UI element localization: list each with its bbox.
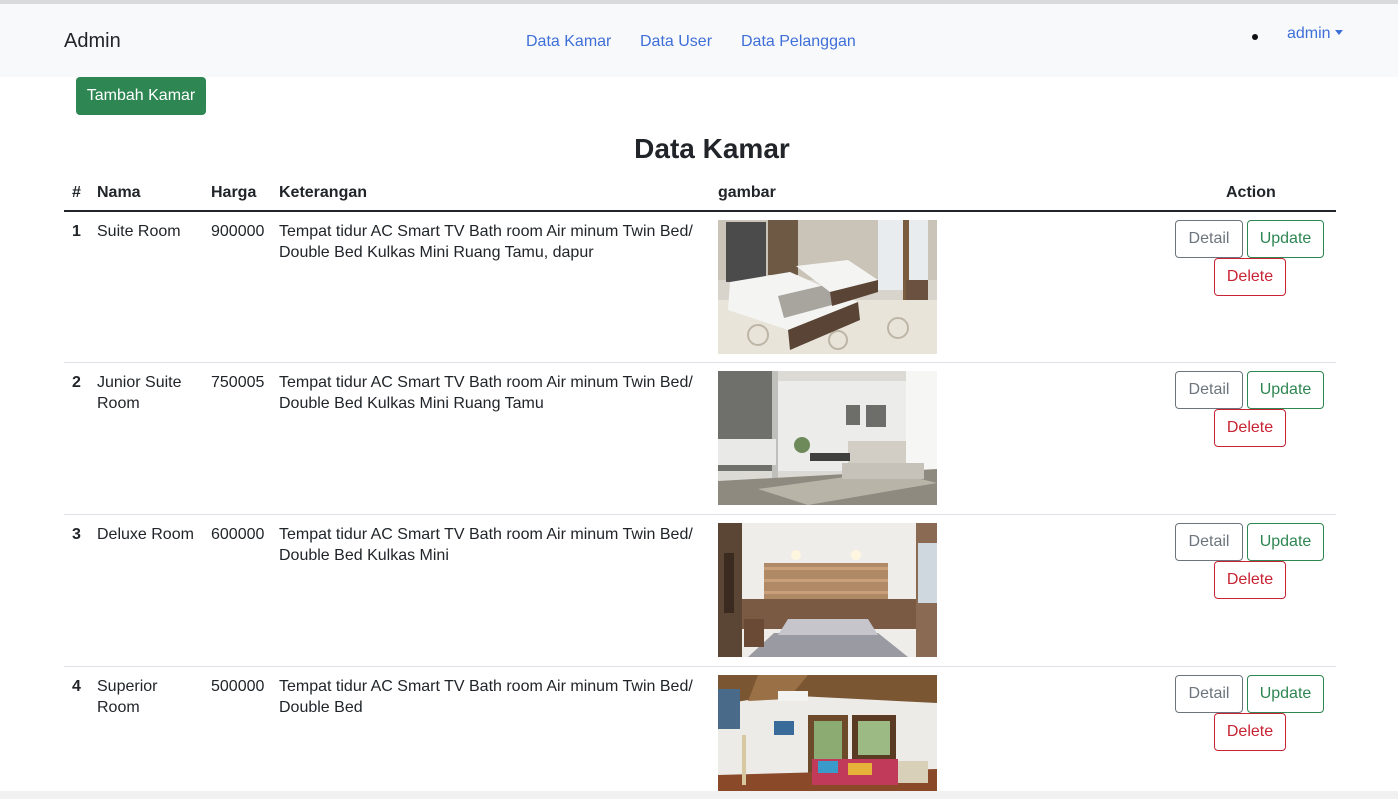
room-name: Superior Room bbox=[97, 678, 158, 716]
room-description: Tempat tidur AC Smart TV Bath room Air m… bbox=[279, 526, 693, 564]
column-header-keterangan: Keterangan bbox=[279, 184, 368, 201]
room-price: 500000 bbox=[211, 678, 265, 695]
room-photo bbox=[718, 220, 937, 354]
user-menu-label: admin bbox=[1287, 25, 1331, 42]
update-button[interactable]: Update bbox=[1247, 675, 1324, 713]
room-name: Deluxe Room bbox=[97, 526, 194, 543]
delete-button[interactable]: Delete bbox=[1214, 258, 1286, 296]
add-room-button[interactable]: Tambah Kamar bbox=[76, 77, 206, 115]
update-button[interactable]: Update bbox=[1247, 220, 1324, 258]
detail-button[interactable]: Detail bbox=[1175, 523, 1243, 561]
table-header-divider bbox=[64, 210, 1336, 212]
nav-link-data-user[interactable]: Data User bbox=[640, 33, 712, 51]
detail-button[interactable]: Detail bbox=[1175, 220, 1243, 258]
room-name: Suite Room bbox=[97, 223, 181, 240]
row-divider bbox=[64, 666, 1336, 667]
room-description: Tempat tidur AC Smart TV Bath room Air m… bbox=[279, 223, 693, 261]
row-divider bbox=[64, 362, 1336, 363]
update-button[interactable]: Update bbox=[1247, 523, 1324, 561]
row-number: 4 bbox=[72, 678, 81, 695]
detail-button[interactable]: Detail bbox=[1175, 371, 1243, 409]
row-number: 1 bbox=[72, 223, 81, 240]
delete-button[interactable]: Delete bbox=[1214, 561, 1286, 599]
user-menu-toggle[interactable]: admin bbox=[1287, 25, 1343, 43]
room-price: 900000 bbox=[211, 223, 265, 240]
page-title: Data Kamar bbox=[634, 133, 790, 164]
room-photo bbox=[718, 675, 937, 791]
row-number: 2 bbox=[72, 374, 81, 391]
room-photo bbox=[718, 523, 937, 657]
column-header-action: Action bbox=[1226, 184, 1276, 201]
column-header-gambar: gambar bbox=[718, 184, 776, 201]
bottom-scroll-edge bbox=[0, 791, 1398, 799]
row-number: 3 bbox=[72, 526, 81, 543]
room-description: Tempat tidur AC Smart TV Bath room Air m… bbox=[279, 678, 693, 716]
detail-button[interactable]: Detail bbox=[1175, 675, 1243, 713]
column-header-number: # bbox=[72, 184, 81, 201]
room-name: Junior Suite Room bbox=[97, 374, 182, 412]
row-divider bbox=[64, 514, 1336, 515]
nav-link-data-pelanggan[interactable]: Data Pelanggan bbox=[741, 33, 856, 51]
delete-button[interactable]: Delete bbox=[1214, 409, 1286, 447]
navbar-brand[interactable]: Admin bbox=[64, 30, 121, 53]
update-button[interactable]: Update bbox=[1247, 371, 1324, 409]
caret-down-icon bbox=[1334, 30, 1343, 35]
room-price: 600000 bbox=[211, 526, 265, 543]
room-description: Tempat tidur AC Smart TV Bath room Air m… bbox=[279, 374, 693, 412]
nav-link-data-kamar[interactable]: Data Kamar bbox=[526, 33, 611, 51]
column-header-harga: Harga bbox=[211, 184, 257, 201]
list-bullet-icon bbox=[1252, 34, 1258, 40]
room-photo bbox=[718, 371, 937, 505]
delete-button[interactable]: Delete bbox=[1214, 713, 1286, 751]
column-header-nama: Nama bbox=[97, 184, 141, 201]
navbar: Admin Data Kamar Data User Data Pelangga… bbox=[0, 4, 1398, 77]
room-price: 750005 bbox=[211, 374, 265, 391]
